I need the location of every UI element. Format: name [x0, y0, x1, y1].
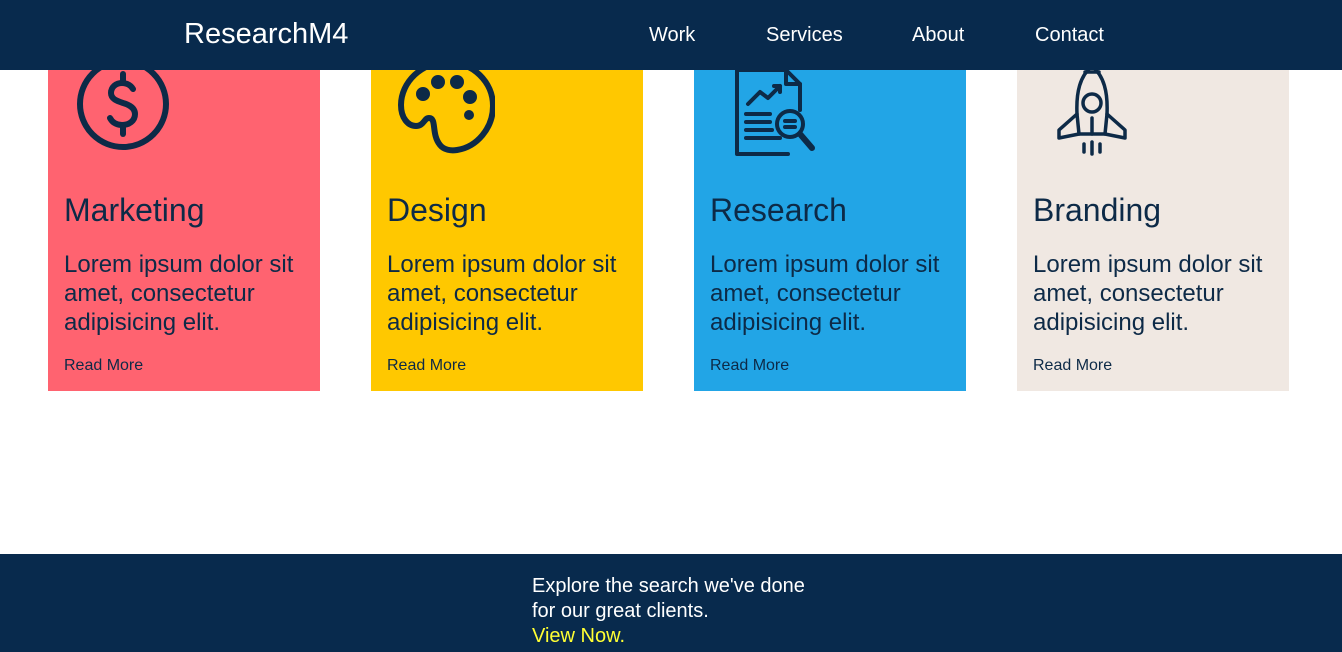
palette-icon: [395, 56, 495, 156]
card-title: Research: [710, 192, 847, 228]
card-title: Marketing: [64, 192, 205, 228]
cta-text: Explore the search we've done for our gr…: [532, 575, 805, 622]
brand-logo[interactable]: ResearchM4: [184, 17, 348, 51]
read-more-link[interactable]: Read More: [1033, 356, 1112, 376]
card-title: Branding: [1033, 192, 1162, 228]
card-research: Research Lorem ipsum dolor sit amet, con…: [694, 48, 966, 391]
card-description: Lorem ipsum dolor sit amet, consectetur …: [387, 251, 617, 336]
card-description: Lorem ipsum dolor sit amet, consectetur …: [1033, 251, 1263, 336]
card-marketing: Marketing Lorem ipsum dolor sit amet, co…: [48, 48, 320, 391]
report-search-icon: [730, 56, 830, 156]
cta-band: Explore the search we've done for our gr…: [0, 554, 1342, 652]
card-description: Lorem ipsum dolor sit amet, consectetur …: [64, 251, 294, 336]
card-design: Design Lorem ipsum dolor sit amet, conse…: [371, 48, 643, 391]
site-header: ResearchM4 Work Services About Contact: [0, 0, 1342, 70]
nav-item-services[interactable]: Services: [766, 23, 843, 47]
view-now-link[interactable]: View Now.: [532, 624, 625, 649]
card-branding: Branding Lorem ipsum dolor sit amet, con…: [1017, 48, 1289, 391]
read-more-link[interactable]: Read More: [387, 356, 466, 376]
card-title: Design: [387, 192, 487, 228]
page: Marketing Lorem ipsum dolor sit amet, co…: [0, 0, 1342, 652]
card-description: Lorem ipsum dolor sit amet, consectetur …: [710, 251, 940, 336]
read-more-link[interactable]: Read More: [64, 356, 143, 376]
nav-item-about[interactable]: About: [912, 23, 964, 47]
dollar-circle-icon: [74, 56, 174, 156]
rocket-icon: [1043, 56, 1143, 156]
nav-item-contact[interactable]: Contact: [1035, 23, 1104, 47]
read-more-link[interactable]: Read More: [710, 356, 789, 376]
nav-item-work[interactable]: Work: [649, 23, 695, 47]
